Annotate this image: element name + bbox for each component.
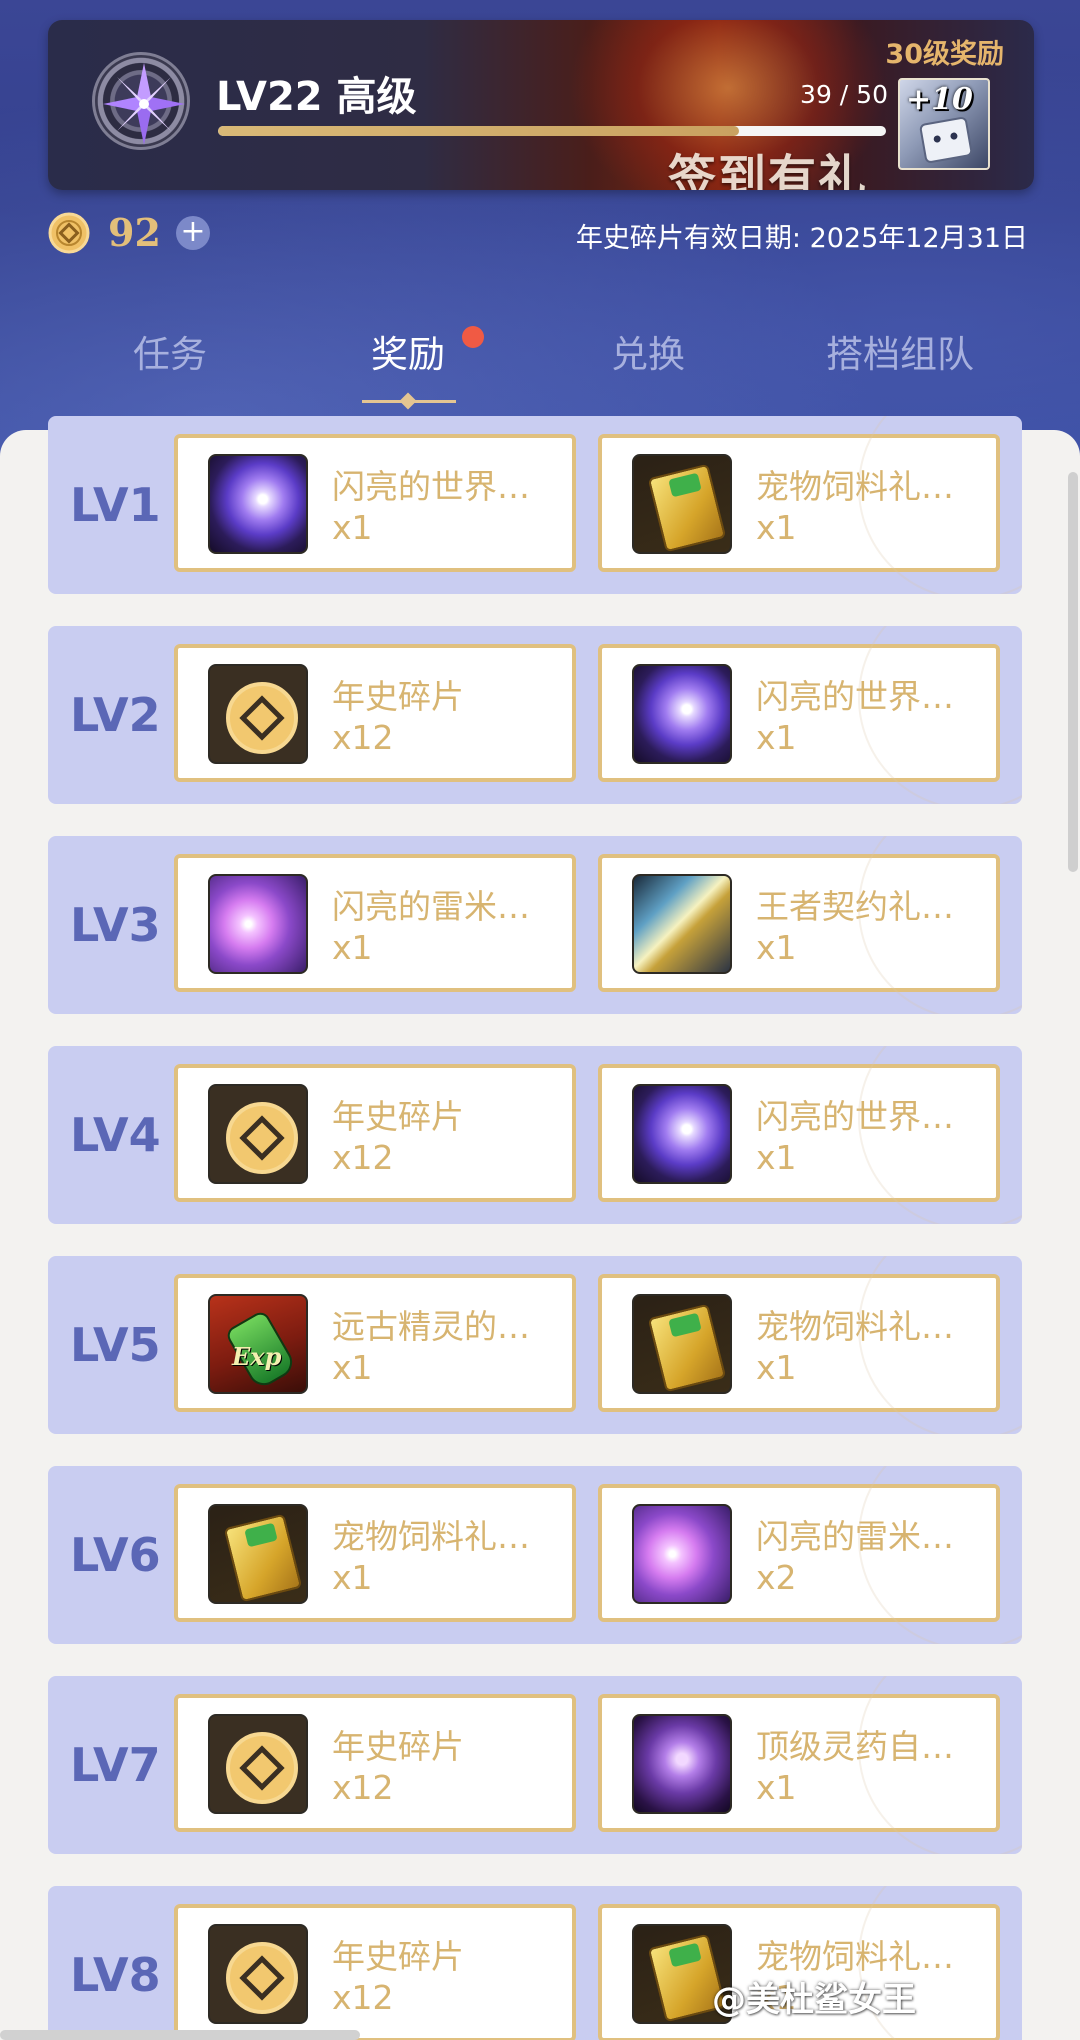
item-quantity: x12 [332, 1978, 394, 2017]
tab-bar: 任务 奖励 兑换 搭档组队 [0, 320, 1080, 410]
item-quantity: x1 [332, 508, 373, 547]
chronicle-coin-icon [48, 212, 90, 254]
add-coin-button[interactable]: + [176, 216, 210, 250]
remy-crystal-icon [632, 1504, 732, 1604]
reward-item-card[interactable]: 远古精灵的…x1 [174, 1274, 576, 1412]
chronicle-shard-icon [208, 1084, 308, 1184]
chronicle-shard-icon [208, 1924, 308, 2024]
reward-item-card[interactable]: 顶级灵药自… x1 [598, 1694, 1000, 1832]
progress-count: 39 / 50 [800, 80, 888, 109]
item-name: 闪亮的雷米… [756, 1517, 954, 1556]
item-name: 远古精灵的… [332, 1307, 530, 1346]
reward-row-lv3: LV3 闪亮的雷米… x1 王者契约礼… x1 [48, 836, 1022, 1014]
reward-item-card[interactable]: 闪亮的雷米… x2 [598, 1484, 1000, 1622]
item-name: 宠物饲料礼… [332, 1517, 530, 1556]
reward-item-card[interactable]: 宠物饲料礼… x1 [598, 1274, 1000, 1412]
level-30-reward-label: 30级奖励 [885, 39, 1004, 70]
item-quantity: x12 [332, 1768, 394, 1807]
reward-item-card[interactable]: 年史碎片 x12 [174, 1694, 576, 1832]
rewards-notification-dot [462, 326, 484, 348]
level-30-reward-icon[interactable]: +10 [898, 78, 990, 170]
item-name: 闪亮的雷米… [332, 887, 530, 926]
pet-food-gift-icon [632, 454, 732, 554]
tab-tasks[interactable]: 任务 [118, 320, 222, 390]
item-name: 王者契约礼… [756, 887, 954, 926]
item-quantity: x1 [756, 1768, 797, 1807]
reward-row-lv1: LV1 闪亮的世界… x1 宠物饲料礼… x1 [48, 416, 1022, 594]
remy-crystal-icon [208, 874, 308, 974]
item-quantity: x1 [332, 928, 373, 967]
pet-food-gift-icon [632, 1294, 732, 1394]
item-quantity: x1 [756, 1138, 797, 1177]
item-quantity: x12 [332, 718, 394, 757]
item-quantity: x2 [756, 1558, 797, 1597]
reward-row-lv6: LV6 宠物饲料礼… x1 闪亮的雷米… x2 [48, 1466, 1022, 1644]
tab-partner-team[interactable]: 搭档组队 [810, 320, 990, 390]
item-name: 年史碎片 [332, 1937, 464, 1976]
watermark: @美杜鲨女王 [712, 1980, 916, 2020]
reward-badge: +10 [906, 82, 973, 117]
item-name: 年史碎片 [332, 1097, 464, 1136]
reward-item-card[interactable]: 年史碎片 x12 [174, 1064, 576, 1202]
item-quantity: x12 [332, 1138, 394, 1177]
item-quantity: x1 [756, 928, 797, 967]
world-orb-icon [632, 664, 732, 764]
level-progress-fill [218, 126, 740, 136]
shard-validity-date: 年史碎片有效日期: 2025年12月31日 [575, 223, 1028, 254]
vertical-scrollbar[interactable] [1068, 472, 1078, 872]
exp-potion-icon [208, 1294, 308, 1394]
king-contract-gift-icon [632, 874, 732, 974]
item-name: 闪亮的世界… [332, 467, 530, 506]
reward-item-card[interactable]: 闪亮的世界… x1 [174, 434, 576, 572]
reward-item-card[interactable]: 闪亮的世界… x1 [598, 1064, 1000, 1202]
item-name: 年史碎片 [332, 1727, 464, 1766]
item-name: 宠物饲料礼… [756, 1307, 954, 1346]
item-name: 闪亮的世界… [756, 677, 954, 716]
level-banner[interactable]: 签到有礼 LV22 高级 39 / 50 30级奖励 +10 [48, 20, 1034, 190]
compass-icon [92, 52, 190, 150]
reward-item-card[interactable]: 年史碎片 x12 [174, 1904, 576, 2040]
pet-food-gift-icon [208, 1504, 308, 1604]
banner-art-text: 签到有礼 [668, 150, 869, 190]
item-quantity: x1 [756, 1348, 797, 1387]
elixir-chest-icon [632, 1714, 732, 1814]
item-name: 年史碎片 [332, 677, 464, 716]
item-quantity: x1 [332, 1348, 373, 1387]
reward-row-lv2: LV2 年史碎片 x12 闪亮的世界… x1 [48, 626, 1022, 804]
cube-pet-icon [918, 116, 974, 164]
reward-row-lv5: LV5远古精灵的…x1宠物饲料礼…x1 [48, 1256, 1022, 1434]
reward-item-card[interactable]: 王者契约礼… x1 [598, 854, 1000, 992]
reward-item-card[interactable]: 年史碎片 x12 [174, 644, 576, 782]
active-tab-indicator [362, 392, 456, 410]
item-name: 宠物饲料礼… [756, 467, 954, 506]
world-orb-icon [208, 454, 308, 554]
reward-item-card[interactable]: 闪亮的雷米… x1 [174, 854, 576, 992]
tab-exchange[interactable]: 兑换 [596, 320, 700, 390]
world-orb-icon [632, 1084, 732, 1184]
reward-item-card[interactable]: 宠物饲料礼… x1 [598, 434, 1000, 572]
reward-row-lv7: LV7 年史碎片 x12 顶级灵药自… x1 [48, 1676, 1022, 1854]
horizontal-scrollbar[interactable] [0, 2030, 360, 2040]
item-name: 宠物饲料礼… [756, 1937, 954, 1976]
reward-row-lv4: LV4 年史碎片 x12 闪亮的世界… x1 [48, 1046, 1022, 1224]
item-name: 顶级灵药自… [756, 1727, 954, 1766]
chronicle-shard-icon [208, 664, 308, 764]
level-title: LV22 高级 [216, 74, 417, 120]
chronicle-shard-icon [208, 1714, 308, 1814]
reward-item-card[interactable]: 宠物饲料礼… x1 [174, 1484, 576, 1622]
tab-rewards[interactable]: 奖励 [356, 320, 460, 390]
item-name: 闪亮的世界… [756, 1097, 954, 1136]
item-quantity: x1 [756, 718, 797, 757]
item-quantity: x1 [332, 1558, 373, 1597]
item-quantity: x1 [756, 508, 797, 547]
coin-balance: 92 [108, 210, 161, 255]
level-progress-bar [218, 126, 886, 136]
currency-row: 92 + 年史碎片有效日期: 2025年12月31日 [48, 208, 1028, 255]
header: 签到有礼 LV22 高级 39 / 50 30级奖励 +10 92 + 年史碎片… [0, 0, 1080, 470]
reward-item-card[interactable]: 闪亮的世界… x1 [598, 644, 1000, 782]
